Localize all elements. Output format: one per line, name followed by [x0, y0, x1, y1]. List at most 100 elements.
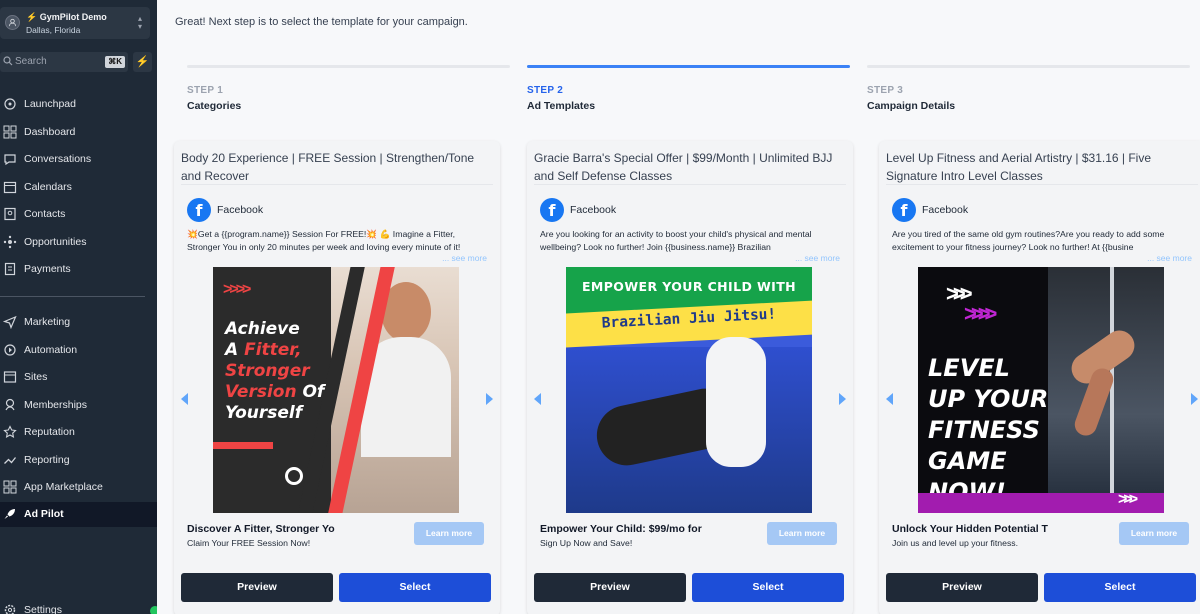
learn-more-button[interactable]: Learn more	[1119, 522, 1189, 545]
sidebar-item-automation[interactable]: Automation	[0, 338, 157, 363]
sidebar-item-label: Opportunities	[24, 236, 87, 248]
learn-more-button[interactable]: Learn more	[767, 522, 837, 545]
sidebar-item-label: Sites	[24, 371, 48, 383]
sidebar-item-label: Calendars	[24, 181, 72, 193]
memberships-icon	[5, 398, 15, 411]
sidebar-item-reputation[interactable]: Reputation	[0, 420, 157, 445]
sites-icon	[3, 371, 17, 383]
preview-button[interactable]: Preview	[181, 573, 333, 602]
ad-description: Sign Up Now and Save!	[540, 538, 633, 548]
select-button[interactable]: Select	[339, 573, 491, 602]
sidebar-item-settings[interactable]: Settings	[0, 598, 157, 614]
sidebar-item-dashboard[interactable]: Dashboard	[0, 120, 157, 145]
search-shortcut: ⌘K	[105, 56, 125, 68]
sidebar-item-reporting[interactable]: Reporting	[0, 448, 157, 473]
ad-headline: Unlock Your Hidden Potential T	[892, 523, 1048, 535]
ad-headline: Empower Your Child: $99/mo for	[540, 523, 702, 535]
see-more-link[interactable]: ... see more	[791, 253, 840, 263]
template-card: Body 20 Experience | FREE Session | Stre…	[174, 141, 500, 614]
sidebar-item-calendars[interactable]: Calendars	[0, 175, 157, 200]
sidebar-item-opportunities[interactable]: Opportunities	[0, 230, 157, 255]
calendar-icon	[3, 181, 17, 194]
creative-headline: Achieve A Fitter, Stronger Version Of Yo…	[225, 319, 325, 423]
divider	[886, 184, 1198, 185]
account-name: ⚡ GymPilot Demo	[26, 12, 107, 22]
carousel-next-icon[interactable]	[1191, 393, 1198, 405]
creative-pole	[1110, 267, 1114, 513]
carousel-prev-icon[interactable]	[886, 393, 893, 405]
sidebar-item-sites[interactable]: Sites	[0, 365, 157, 390]
step-number: STEP 3	[867, 85, 904, 96]
bolt-icon: ⚡	[135, 56, 150, 68]
account-switcher[interactable]: ⚡ GymPilot Demo Dallas, Florida ▴ ▾	[0, 7, 150, 39]
decorative-bar	[213, 442, 273, 449]
sidebar-item-label: Contacts	[24, 208, 66, 220]
step-title: Ad Templates	[527, 100, 596, 112]
carousel-next-icon[interactable]	[486, 393, 493, 405]
sidebar-item-conversations[interactable]: Conversations	[0, 147, 157, 172]
chat-icon	[4, 154, 16, 166]
intro-text: Great! Next step is to select the templa…	[175, 16, 468, 28]
preview-button[interactable]: Preview	[534, 573, 686, 602]
sidebar-item-label: Marketing	[24, 316, 71, 328]
select-button[interactable]: Select	[692, 573, 844, 602]
carousel-prev-icon[interactable]	[181, 393, 188, 405]
quick-action-button[interactable]: ⚡	[133, 52, 152, 72]
divider	[534, 184, 846, 185]
chart-icon	[4, 457, 17, 464]
search-box[interactable]: Search ⌘K	[0, 52, 128, 72]
platform-name: Facebook	[922, 204, 969, 216]
search-icon	[3, 56, 13, 66]
ad-description: Join us and level up your fitness.	[892, 538, 1019, 548]
sidebar-item-app-marketplace[interactable]: App Marketplace	[0, 475, 157, 500]
select-button[interactable]: Select	[1044, 573, 1196, 602]
rocket-icon	[4, 509, 15, 519]
step-number: STEP 2	[527, 85, 564, 96]
step-title: Categories	[187, 100, 242, 112]
creative-headline: LEVEL UP YOUR FITNESS GAME NOW!	[928, 354, 1049, 506]
sidebar-item-label: Dashboard	[24, 126, 76, 138]
template-title: Gracie Barra's Special Offer | $99/Month…	[534, 151, 833, 183]
contacts-icon	[4, 207, 16, 221]
preview-button[interactable]: Preview	[886, 573, 1038, 602]
chevrons-icon: >>>>	[223, 281, 251, 298]
step-campaign-details[interactable]: STEP 3 Campaign Details	[867, 65, 1190, 112]
template-card: Gracie Barra's Special Offer | $99/Month…	[527, 141, 853, 614]
rocket-icon	[4, 98, 16, 110]
facebook-icon: f	[892, 198, 916, 222]
template-title: Body 20 Experience | FREE Session | Stre…	[181, 151, 475, 183]
sidebar-item-label: Memberships	[24, 399, 88, 411]
automation-icon	[4, 344, 16, 356]
facebook-icon: f	[540, 198, 564, 222]
payments-icon	[4, 262, 16, 276]
sidebar-item-ad-pilot[interactable]: Ad Pilot	[0, 502, 157, 527]
chevron-updown-icon: ▴ ▾	[137, 14, 142, 31]
sidebar: ⚡ GymPilot Demo Dallas, Florida ▴ ▾ Searc…	[0, 0, 162, 614]
carousel-prev-icon[interactable]	[534, 393, 541, 405]
ad-creative-image: EMPOWER YOUR CHILD WITH Brazilian Jiu Ji…	[566, 267, 812, 513]
facebook-icon: f	[187, 198, 211, 222]
sidebar-item-payments[interactable]: Payments	[0, 257, 157, 282]
learn-more-button[interactable]: Learn more	[414, 522, 484, 545]
step-number: STEP 1	[187, 85, 224, 96]
ring-icon	[285, 467, 303, 485]
sidebar-item-memberships[interactable]: Memberships	[0, 393, 157, 418]
creative-headline: EMPOWER YOUR CHILD WITH	[581, 279, 797, 294]
ad-creative-image: >>>> Achieve A Fitter, Stronger Version …	[213, 267, 459, 513]
carousel-next-icon[interactable]	[839, 393, 846, 405]
sidebar-item-label: Settings	[24, 604, 62, 614]
step-progress-bar	[867, 65, 1190, 68]
sidebar-divider	[0, 296, 145, 297]
step-ad-templates[interactable]: STEP 2 Ad Templates	[527, 65, 850, 112]
creative-figure	[706, 337, 766, 467]
see-more-link[interactable]: ... see more	[1143, 253, 1192, 263]
sidebar-item-marketing[interactable]: Marketing	[0, 310, 157, 335]
sidebar-item-contacts[interactable]: Contacts	[0, 202, 157, 227]
ad-headline: Discover A Fitter, Stronger Yo	[187, 523, 335, 535]
star-icon	[3, 425, 17, 438]
step-categories[interactable]: STEP 1 Categories	[187, 65, 510, 112]
apps-icon	[3, 480, 17, 494]
sidebar-item-label: Ad Pilot	[24, 508, 64, 520]
sidebar-item-launchpad[interactable]: Launchpad	[0, 92, 157, 117]
see-more-link[interactable]: ... see more	[438, 253, 487, 263]
